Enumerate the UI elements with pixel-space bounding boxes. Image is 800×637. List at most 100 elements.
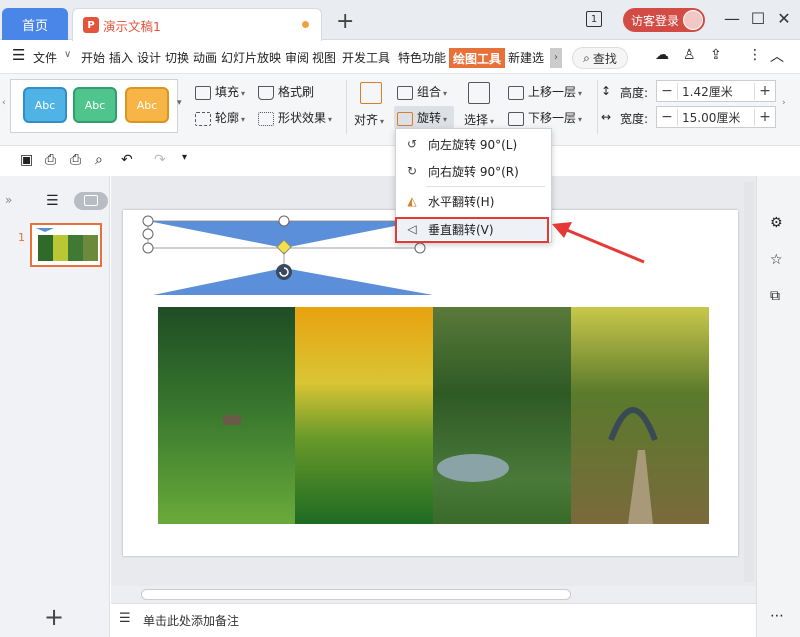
menu-scroll-right-icon[interactable]: › <box>550 48 562 68</box>
select-button[interactable]: 选择 ▾ <box>464 111 494 128</box>
new-tab-button[interactable]: + <box>336 11 354 33</box>
collapse-ribbon-icon[interactable]: ︿ <box>770 46 784 66</box>
transition-icon[interactable]: ⧉ <box>770 288 780 304</box>
maximize-icon[interactable]: ☐ <box>748 10 768 28</box>
slide-thumbnail[interactable] <box>30 223 102 267</box>
outline-button[interactable]: 轮廓 ▾ <box>195 109 245 126</box>
height-decrease-button[interactable]: − <box>657 83 677 99</box>
more-menu-icon[interactable]: ⋮ <box>748 47 762 63</box>
properties-icon[interactable]: ⚙ <box>770 215 783 231</box>
menu-animation[interactable]: 动画 <box>193 49 217 66</box>
search-button[interactable]: ⌕ 查找 <box>572 47 628 69</box>
fill-button[interactable]: 填充 ▾ <box>195 83 245 100</box>
ribbon-scroll-right-icon[interactable]: › <box>782 98 786 108</box>
cloud-icon[interactable]: ☁ <box>655 47 669 63</box>
rotate-button[interactable]: 旋转 ▾ <box>397 109 447 126</box>
share-user-icon[interactable]: ♙ <box>683 47 696 63</box>
horizontal-scrollbar[interactable] <box>111 586 756 603</box>
menu-insert[interactable]: 插入 <box>109 49 133 66</box>
outline-view-icon[interactable]: ☰ <box>46 193 59 209</box>
ribbon-divider <box>346 80 347 134</box>
page-indicator[interactable]: 1 <box>586 11 602 27</box>
notes-placeholder: 单击此处添加备注 <box>143 614 240 628</box>
rotate-left-90-item[interactable]: ↺ 向左旋转 90°(L) <box>404 133 517 155</box>
rotate-handle-icon <box>276 264 292 280</box>
tab-home[interactable]: 首页 <box>2 8 68 40</box>
search-icon: ⌕ <box>583 50 590 65</box>
align-button[interactable]: 对齐 ▾ <box>354 111 384 128</box>
menu-review[interactable]: 审阅 <box>285 49 309 66</box>
annotation-arrow-icon <box>552 222 645 264</box>
width-decrease-button[interactable]: − <box>657 109 677 125</box>
width-stepper[interactable]: − 15.00厘米 + <box>656 106 776 128</box>
style-blue-button[interactable]: Abc <box>23 87 67 123</box>
rotate-icon <box>397 111 413 126</box>
shape-effect-label: 形状效果 <box>278 111 327 125</box>
more-options-icon[interactable]: ⋯ <box>770 608 784 624</box>
rotate-right-label: 向右旋转 90°(R) <box>428 164 519 179</box>
shape-effect-button[interactable]: 形状效果 ▾ <box>258 109 332 126</box>
outline-label: 轮廓 <box>215 111 240 125</box>
menu-drawing-tools[interactable]: 绘图工具 <box>449 48 505 68</box>
width-input[interactable]: 15.00厘米 <box>677 108 755 126</box>
notes-icon: ☰ <box>119 611 131 626</box>
menu-features[interactable]: 特色功能 <box>398 49 446 66</box>
hamburger-icon[interactable]: ☰ <box>12 46 25 64</box>
save-icon[interactable]: ▣ <box>20 152 33 168</box>
width-increase-button[interactable]: + <box>755 109 775 125</box>
menu-new-option[interactable]: 新建选 <box>508 49 548 66</box>
menu-slideshow[interactable]: 幻灯片放映 <box>221 49 281 66</box>
add-slide-button[interactable]: + <box>44 603 64 631</box>
redo-icon[interactable]: ↷ <box>154 152 166 168</box>
rotate-left-icon: ↺ <box>406 137 418 151</box>
select-icon[interactable] <box>468 82 490 104</box>
right-toolbar <box>756 176 800 637</box>
menu-view[interactable]: 视图 <box>312 49 336 66</box>
print-icon[interactable]: ⎙ <box>70 152 81 168</box>
menu-file[interactable]: 文件 <box>33 49 57 66</box>
rotate-right-90-item[interactable]: ↻ 向右旋转 90°(R) <box>404 160 519 182</box>
width-icon: ↔ <box>601 110 612 124</box>
animation-star-icon[interactable]: ☆ <box>770 252 783 268</box>
minimize-icon[interactable]: — <box>722 10 742 28</box>
flip-horizontal-label: 水平翻转(H) <box>428 194 495 209</box>
height-input[interactable]: 1.42厘米 <box>677 82 755 100</box>
ribbon-scroll-left-icon[interactable]: ‹ <box>2 98 6 108</box>
notes-bar[interactable]: ☰ 单击此处添加备注 <box>111 603 756 637</box>
search-label: 查找 <box>592 51 617 66</box>
ribbon-divider <box>597 80 598 134</box>
height-stepper[interactable]: − 1.42厘米 + <box>656 80 776 102</box>
menu-start[interactable]: 开始 <box>81 49 105 66</box>
height-increase-button[interactable]: + <box>755 83 775 99</box>
presentation-icon: P <box>83 17 99 33</box>
slide-view-toggle[interactable] <box>74 192 108 210</box>
print-preview-icon[interactable]: ⌕ <box>95 152 103 168</box>
customize-toolbar-icon[interactable]: ▾ <box>182 152 187 163</box>
export-icon[interactable]: ⇪ <box>710 47 722 63</box>
format-painter-button[interactable]: 格式刷 <box>258 83 314 100</box>
gallery-expand-icon[interactable]: ▾ <box>177 98 182 108</box>
collapse-panel-icon[interactable]: » <box>5 193 12 207</box>
tab-document[interactable]: P 演示文稿1 <box>72 8 322 41</box>
send-backward-button[interactable]: 下移一层 ▾ <box>508 109 582 126</box>
group-label: 组合 <box>417 85 442 99</box>
chevron-down-icon[interactable]: ∨ <box>64 49 71 60</box>
menu-design[interactable]: 设计 <box>137 49 161 66</box>
undo-icon[interactable]: ↶ <box>121 152 133 168</box>
height-icon: ↕ <box>601 84 612 98</box>
menu-separator <box>426 186 545 187</box>
export-pdf-icon[interactable]: ⎙ <box>45 152 56 168</box>
menu-developer[interactable]: 开发工具 <box>342 49 390 66</box>
align-icon[interactable] <box>360 82 382 104</box>
vertical-scrollbar[interactable] <box>744 182 754 582</box>
style-green-button[interactable]: Abc <box>73 87 117 123</box>
flip-horizontal-icon: ◭ <box>407 194 417 208</box>
select-label: 选择 <box>464 113 489 127</box>
bring-forward-button[interactable]: 上移一层 ▾ <box>508 83 582 100</box>
close-icon[interactable]: ✕ <box>774 10 794 28</box>
style-orange-button[interactable]: Abc <box>125 87 169 123</box>
flip-horizontal-item[interactable]: ◭ 水平翻转(H) <box>404 190 494 212</box>
menu-transition[interactable]: 切换 <box>165 49 189 66</box>
group-button[interactable]: 组合 ▾ <box>397 83 447 100</box>
login-button[interactable]: 访客登录 <box>623 8 705 32</box>
